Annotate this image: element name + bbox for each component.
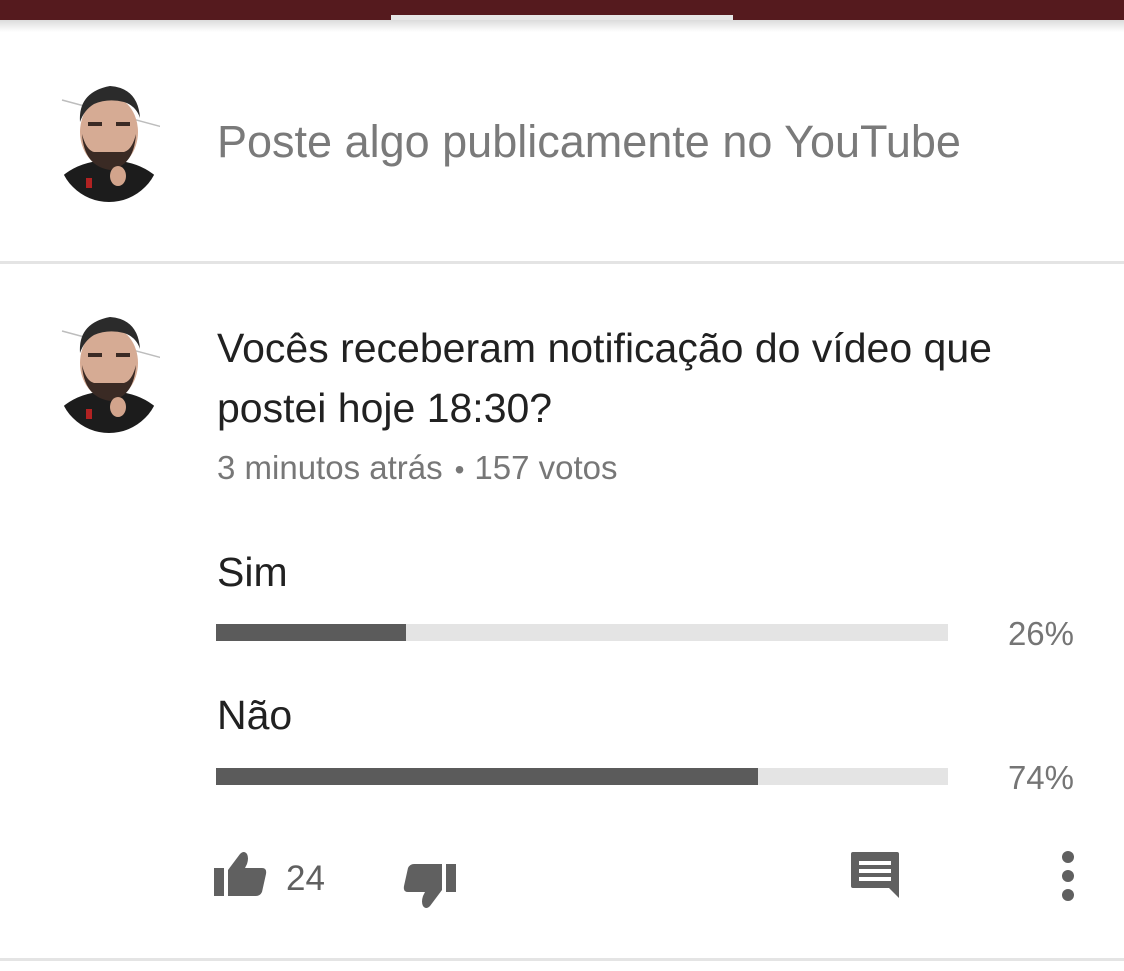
poll-bar-track[interactable] [216,624,948,641]
like-button[interactable] [214,850,268,898]
author-avatar[interactable] [58,309,160,433]
post-text: Vocês receberam notificação do vídeo que… [217,325,992,431]
avatar-image [58,317,160,433]
post-timestamp: 3 minutos atrás [217,449,443,486]
comment-icon [851,852,899,898]
meta-separator: • [454,454,465,485]
poll-option-percent: 74% [1007,759,1074,796]
dislike-button[interactable] [402,862,456,910]
avatar[interactable] [58,78,160,202]
like-count: 24 [286,859,325,898]
top-bar-shadow [0,20,1124,32]
poll-bar-track[interactable] [216,768,948,785]
comment-button[interactable] [849,850,901,900]
divider [0,261,1124,264]
thumb-up-icon [214,852,267,896]
avatar-image [58,86,160,202]
poll-option-percent: 26% [1007,615,1074,652]
thumb-down-icon [403,864,456,908]
poll-option-label[interactable]: Sim [217,549,288,596]
compose-post-input[interactable]: Poste algo publicamente no YouTube [217,116,961,168]
vote-count: 157 votos [474,449,618,486]
divider [0,958,1124,961]
more-options-button[interactable] [1055,850,1081,902]
poll-option-label[interactable]: Não [217,692,292,739]
poll-bar-fill [216,768,758,785]
post-meta: 3 minutos atrás • 157 votos [217,449,618,487]
more-vert-icon [1062,851,1074,901]
poll-bar-fill [216,624,407,641]
